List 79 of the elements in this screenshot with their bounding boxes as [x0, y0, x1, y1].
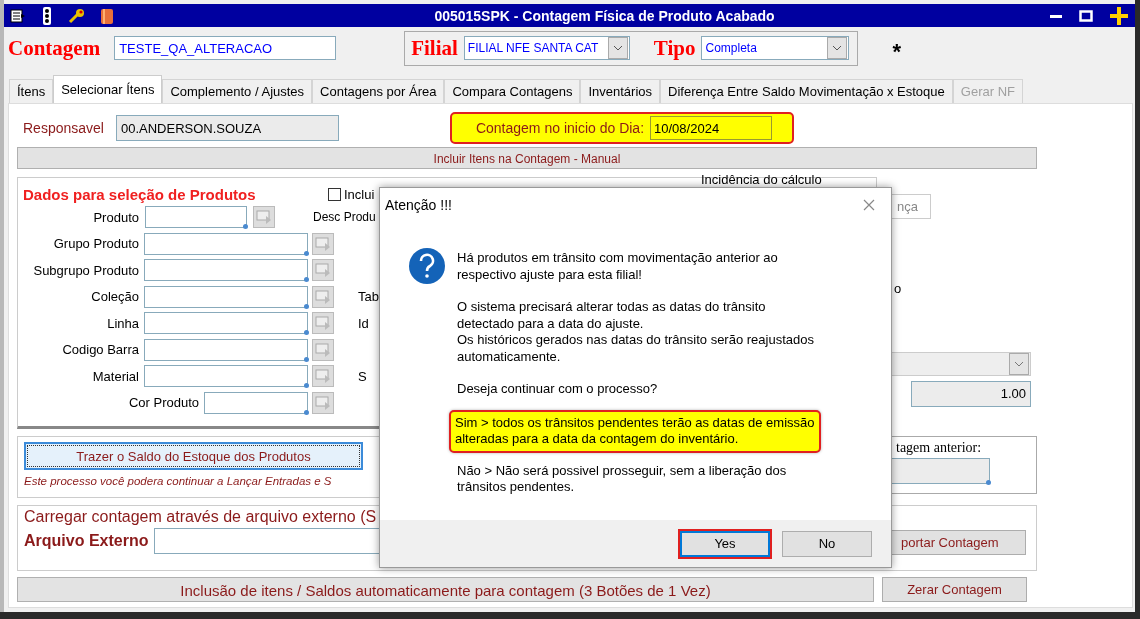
trazer-saldo-button[interactable]: Trazer o Saldo do Estoque dos Produtos [24, 442, 363, 470]
manual-include-button[interactable]: Incluir Itens na Contagem - Manual [17, 147, 1037, 169]
tab[interactable]: Contagens por Área [312, 79, 445, 103]
arquivo-label: Arquivo Externo [24, 532, 149, 550]
auto-include-button[interactable]: Inclusão de itens / Saldos automaticamente para contagem (3 Botões de 1 Vez) [17, 577, 874, 602]
checkbox-label: Inclui [344, 186, 376, 202]
close-icon[interactable] [863, 198, 875, 211]
field-label: Subgrupo Produto [32, 262, 139, 278]
lookup-icon[interactable] [312, 232, 334, 255]
field-label: Produto [92, 209, 139, 225]
field-label: Tab [358, 289, 379, 305]
input-field[interactable] [204, 391, 308, 414]
tab[interactable]: Complemento / Ajustes [162, 79, 313, 103]
tab[interactable]: Compara Contagens [444, 79, 581, 103]
lookup-icon[interactable] [312, 312, 334, 335]
side-text: o [894, 281, 902, 296]
lookup-icon[interactable] [312, 259, 334, 282]
tipo-dropdown[interactable]: Completa [701, 36, 850, 60]
incidencia-label: Incidência do cálculo [701, 172, 822, 187]
input-field[interactable] [144, 338, 308, 361]
field-label: Desc Produ [313, 210, 376, 225]
zerar-button[interactable]: Zerar Contagem [882, 576, 1027, 602]
tab[interactable]: Ítens [9, 79, 54, 103]
responsavel-label: Responsavel [23, 120, 104, 136]
field-label: Grupo Produto [52, 236, 139, 252]
field-label: Linha [106, 315, 139, 331]
question-icon [408, 247, 446, 285]
contagem-field[interactable]: TESTE_QA_ALTERACAO [114, 36, 337, 60]
message-paragraph: Não > Não será possivel prosseguir, sem a liberação dos trânsitos pendentes. [457, 462, 788, 496]
field-label: S [358, 368, 367, 384]
filial-label: Filial [411, 35, 458, 61]
tab[interactable]: Diferença Entre Saldo Movimentação x Estoque [660, 79, 953, 103]
input-field[interactable] [144, 365, 308, 388]
plus-icon[interactable] [1109, 5, 1129, 26]
input-field[interactable] [144, 232, 308, 255]
field-label: Coleção [90, 289, 139, 305]
chevron-down-icon [1014, 361, 1024, 367]
message-paragraph: Sim > todos os trânsitos pendentes terão as datas de emissão alteradas para a data da contagem do inventário. [449, 409, 821, 453]
maximize-icon[interactable] [1079, 8, 1093, 23]
message-paragraph: Há produtos em trânsito com movimentação anterior ao respectivo ajuste para esta filial! [457, 250, 779, 283]
field-label: Material [91, 368, 139, 384]
list-icon[interactable] [10, 7, 26, 24]
responsavel-field[interactable]: 00.ANDERSON.SOUZA [115, 115, 339, 141]
tab[interactable]: Selecionar Ítens [53, 75, 163, 103]
dialog-button[interactable]: No [782, 530, 872, 557]
input-field[interactable] [145, 206, 247, 229]
anterior-label: tagem anterior: [895, 440, 983, 456]
contagem-label: Contagem [8, 35, 101, 61]
lookup-icon[interactable] [312, 365, 334, 388]
tipo-label: Tipo [653, 35, 696, 61]
chevron-down-icon [832, 45, 843, 51]
inicio-label: Contagem no inicio do Dia: [475, 120, 645, 136]
lookup-icon[interactable] [312, 285, 334, 308]
filial-dropdown[interactable]: FILIAL NFE SANTA CAT [463, 36, 630, 60]
message-paragraph: O sistema precisará alterar todas as datas do trânsito detectado para a data do ajuste. Os históricos gerados nas datas do trânsito serão reajustados automaticamente. [457, 299, 815, 365]
input-field[interactable] [144, 312, 308, 335]
section-title: Carregar contagem através de arquivo externo (S [24, 508, 378, 526]
checkbox[interactable] [328, 187, 341, 201]
lookup-icon[interactable] [312, 338, 334, 361]
tab[interactable]: Inventários [580, 79, 661, 103]
section-title: Dados para seleção de Produtos [23, 185, 257, 203]
field-label: Id [358, 315, 369, 331]
input-field[interactable] [144, 259, 308, 282]
dialog-button[interactable]: Yes [680, 530, 770, 557]
factor-field[interactable]: 1.00 [911, 381, 1031, 407]
lookup-icon[interactable] [253, 206, 275, 229]
required-mark: * [892, 39, 902, 65]
book-icon[interactable] [99, 6, 115, 25]
wrench-icon[interactable] [68, 7, 86, 24]
lookup-icon[interactable] [312, 391, 334, 414]
process-note: Este processo você podera continuar a Lançar Entradas e S [24, 475, 332, 487]
dialog-title: Atenção !!! [385, 196, 452, 213]
date-field[interactable]: 10/08/2024 [650, 116, 773, 140]
message-paragraph: Deseja continuar com o processo? [457, 381, 659, 398]
field-label: Codigo Barra [61, 342, 139, 358]
window-title: 005015SPK - Contagem Física de Produto Acabado [433, 7, 776, 24]
field-label: Cor Produto [127, 395, 199, 411]
input-field[interactable] [144, 285, 308, 308]
chevron-down-icon [612, 45, 623, 51]
